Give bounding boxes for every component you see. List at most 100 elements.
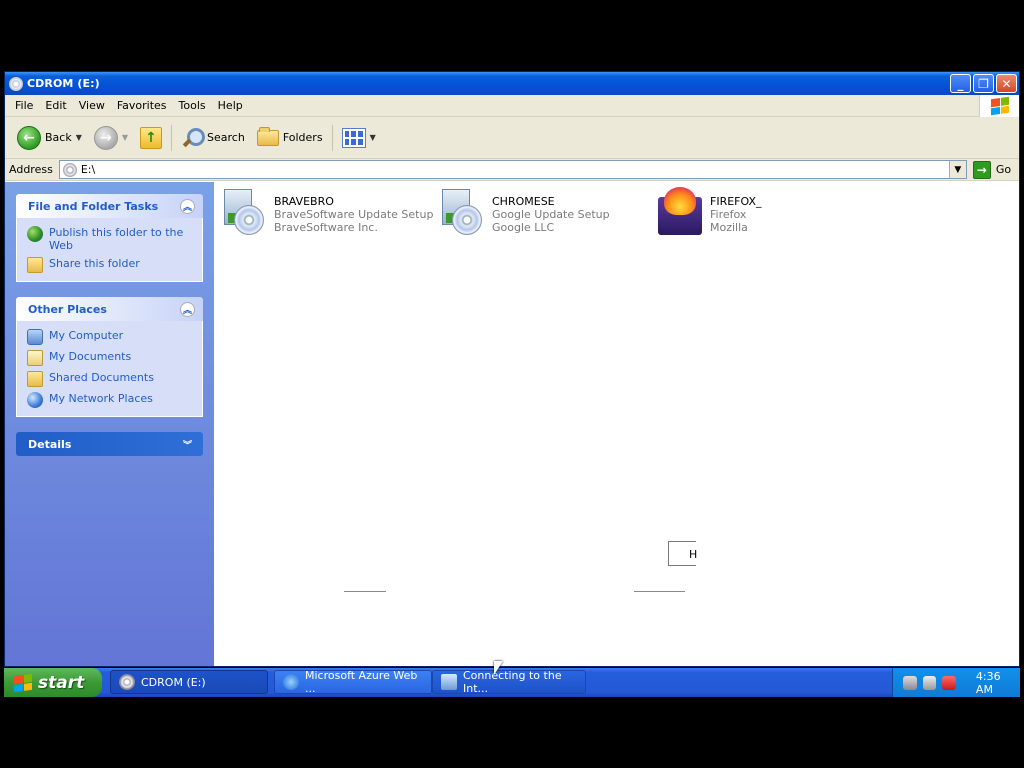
other-places-title: Other Places bbox=[28, 302, 107, 316]
window-title: CDROM (E:) bbox=[27, 77, 100, 90]
taskbar-button-azure[interactable]: Microsoft Azure Web ... bbox=[274, 669, 432, 695]
file-company: Mozilla bbox=[710, 221, 748, 234]
views-dropdown-icon[interactable]: ▼ bbox=[370, 133, 376, 142]
address-label: Address bbox=[9, 163, 53, 176]
taskbar: start CDROM (E:) Microsoft Azure Web ...… bbox=[4, 668, 1020, 697]
windows-logo-icon bbox=[979, 95, 1019, 117]
collapse-icon[interactable]: ︽ bbox=[180, 198, 195, 214]
shared-documents-link[interactable]: Shared Documents bbox=[27, 371, 192, 387]
mouse-cursor-icon bbox=[494, 661, 503, 675]
clock[interactable]: 4:36 AM bbox=[976, 670, 1020, 696]
go-button[interactable]: → Go bbox=[967, 160, 1011, 179]
forward-dropdown-icon[interactable]: ▼ bbox=[122, 133, 128, 142]
back-label: Back bbox=[45, 131, 72, 144]
explorer-window: CDROM (E:) _ ❐ ✕ File Edit View Favorite… bbox=[4, 71, 1020, 667]
search-label: Search bbox=[207, 131, 245, 144]
share-folder-icon bbox=[27, 257, 43, 273]
start-label: start bbox=[38, 672, 85, 693]
internet-explorer-icon bbox=[283, 674, 299, 690]
back-arrow-icon: ← bbox=[17, 125, 41, 150]
address-value: E:\ bbox=[80, 163, 96, 176]
file-item-chromese[interactable]: CHROMESE Google Update Setup Google LLC bbox=[438, 187, 610, 235]
file-item-bravebro[interactable]: BRAVEBRO BraveSoftware Update Setup Brav… bbox=[220, 187, 433, 235]
forward-arrow-icon: → bbox=[93, 125, 118, 150]
share-folder-link[interactable]: Share this folder bbox=[27, 257, 192, 273]
share-folder-label: Share this folder bbox=[49, 257, 140, 270]
network-icon bbox=[27, 392, 43, 408]
close-button[interactable]: ✕ bbox=[996, 74, 1017, 93]
address-dropdown-icon[interactable]: ▼ bbox=[948, 161, 966, 178]
setup-disc-icon bbox=[438, 187, 486, 235]
back-button[interactable]: ← Back ▼ bbox=[11, 123, 88, 153]
publish-folder-label: Publish this folder to the Web bbox=[49, 226, 184, 252]
other-places-panel: Other Places ︽ My Computer My Documents … bbox=[16, 297, 203, 417]
file-folder-tasks-header[interactable]: File and Folder Tasks ︽ bbox=[16, 194, 203, 218]
taskbar-button-label: CDROM (E:) bbox=[141, 675, 206, 689]
menu-help[interactable]: Help bbox=[212, 97, 249, 114]
my-network-places-label: My Network Places bbox=[49, 392, 153, 405]
expand-icon[interactable]: ︾ bbox=[180, 437, 195, 452]
menu-favorites[interactable]: Favorites bbox=[111, 97, 173, 114]
views-button[interactable]: ▼ bbox=[336, 123, 382, 153]
details-panel: Details ︾ bbox=[16, 432, 203, 456]
security-shield-icon[interactable] bbox=[942, 675, 956, 690]
file-description: Firefox bbox=[710, 208, 747, 221]
file-description: BraveSoftware Update Setup bbox=[274, 208, 434, 221]
render-artifact-line bbox=[634, 591, 685, 592]
computer-icon bbox=[27, 329, 43, 345]
taskbar-button-cdrom[interactable]: CDROM (E:) bbox=[110, 670, 268, 694]
my-network-places-link[interactable]: My Network Places bbox=[27, 392, 192, 408]
file-name: BRAVEBRO bbox=[274, 195, 334, 208]
folder-up-icon: ↑ bbox=[140, 126, 163, 149]
details-title: Details bbox=[28, 437, 72, 451]
toolbar-separator bbox=[331, 124, 333, 151]
system-tray: 4:36 AM bbox=[892, 668, 1020, 697]
search-icon bbox=[181, 127, 206, 149]
search-button[interactable]: Search bbox=[175, 123, 251, 153]
address-input[interactable]: E:\ ▼ bbox=[58, 160, 967, 179]
render-artifact-line bbox=[344, 591, 386, 592]
windows-logo-icon bbox=[14, 673, 32, 692]
details-header[interactable]: Details ︾ bbox=[16, 432, 203, 456]
folders-button[interactable]: Folders bbox=[251, 123, 329, 153]
globe-icon bbox=[27, 226, 43, 242]
file-name: CHROMESE bbox=[492, 195, 555, 208]
minimize-button[interactable]: _ bbox=[950, 74, 971, 93]
file-list: BRAVEBRO BraveSoftware Update Setup Brav… bbox=[214, 182, 1019, 666]
taskbar-button-label: Microsoft Azure Web ... bbox=[305, 669, 418, 695]
my-documents-link[interactable]: My Documents bbox=[27, 350, 192, 366]
file-item-firefox[interactable]: FIREFOX_ Firefox Mozilla bbox=[656, 187, 761, 235]
menu-edit[interactable]: Edit bbox=[39, 97, 72, 114]
views-icon bbox=[341, 127, 366, 148]
restore-button[interactable]: ❐ bbox=[973, 74, 994, 93]
menu-tools[interactable]: Tools bbox=[173, 97, 212, 114]
go-arrow-icon: → bbox=[972, 160, 991, 179]
toolbar-separator bbox=[171, 124, 173, 151]
folders-label: Folders bbox=[282, 131, 323, 144]
menu-view[interactable]: View bbox=[73, 97, 111, 114]
my-documents-label: My Documents bbox=[49, 350, 132, 363]
shared-documents-label: Shared Documents bbox=[49, 371, 154, 384]
taskbar-button-label: Connecting to the Int... bbox=[463, 669, 562, 695]
cd-drive-icon bbox=[9, 76, 23, 91]
back-dropdown-icon[interactable]: ▼ bbox=[76, 133, 82, 142]
start-button[interactable]: start bbox=[4, 668, 102, 697]
up-button[interactable]: ↑ bbox=[134, 123, 168, 153]
title-bar[interactable]: CDROM (E:) _ ❐ ✕ bbox=[5, 72, 1019, 95]
firefox-icon bbox=[656, 187, 704, 235]
forward-button[interactable]: → ▼ bbox=[88, 123, 134, 153]
file-name: FIREFOX_ bbox=[710, 195, 762, 208]
publish-folder-link[interactable]: Publish this folder to the Web bbox=[27, 226, 192, 252]
render-artifact-box: H bbox=[668, 541, 697, 566]
address-bar: Address E:\ ▼ → Go bbox=[5, 159, 1019, 181]
other-places-header[interactable]: Other Places ︽ bbox=[16, 297, 203, 321]
collapse-icon[interactable]: ︽ bbox=[180, 301, 195, 317]
safely-remove-icon[interactable] bbox=[922, 675, 937, 690]
menu-file[interactable]: File bbox=[9, 97, 39, 114]
network-tray-icon[interactable] bbox=[903, 675, 917, 690]
my-computer-link[interactable]: My Computer bbox=[27, 329, 192, 345]
setup-disc-icon bbox=[220, 187, 268, 235]
cd-drive-icon bbox=[62, 162, 77, 177]
documents-icon bbox=[27, 350, 43, 366]
taskbar-button-connecting[interactable]: Connecting to the Int... bbox=[432, 669, 586, 695]
